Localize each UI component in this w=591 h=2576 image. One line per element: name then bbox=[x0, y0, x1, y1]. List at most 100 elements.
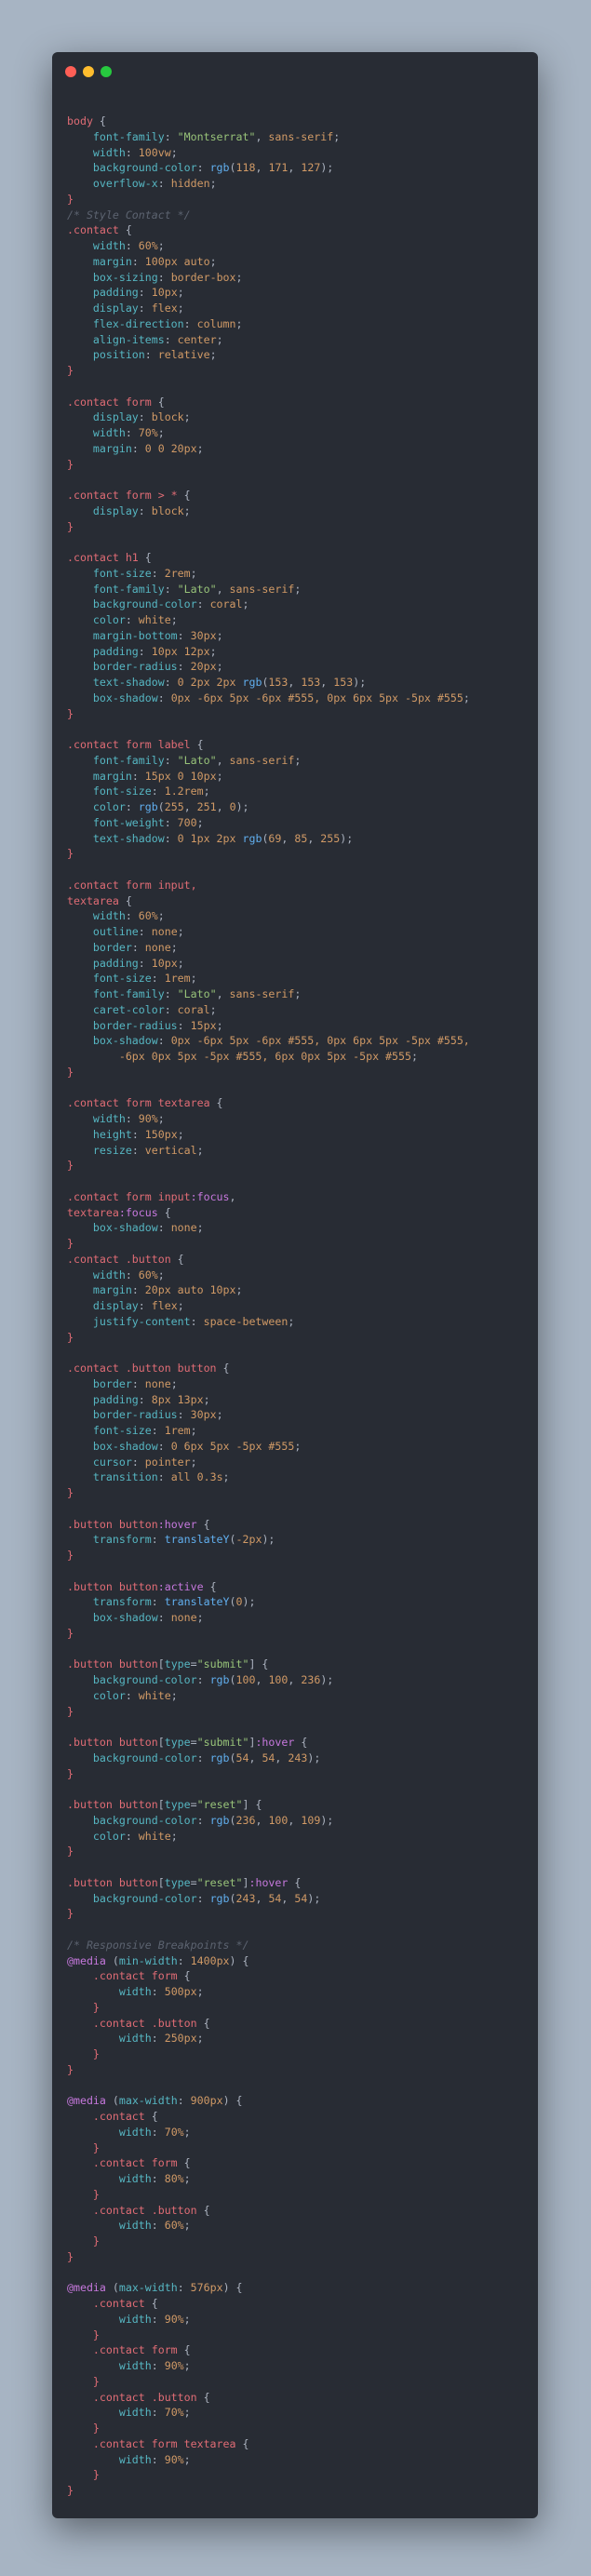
code-token: 54 bbox=[235, 1751, 249, 1764]
code-token: ; bbox=[235, 1283, 243, 1297]
code-line: align-items: center; bbox=[67, 332, 532, 348]
code-token: , bbox=[248, 1751, 262, 1764]
code-token: : bbox=[151, 1595, 165, 1609]
code-token: ); bbox=[235, 800, 249, 813]
code-token: "Lato" bbox=[177, 987, 217, 1000]
code-token: } bbox=[67, 1065, 74, 1079]
code-token: white bbox=[138, 1829, 171, 1843]
code-token: { bbox=[157, 1205, 171, 1219]
code-token: : bbox=[183, 316, 197, 330]
code-token: font-family bbox=[92, 129, 165, 143]
code-token: : bbox=[151, 2125, 165, 2139]
code-token: : bbox=[164, 676, 178, 689]
code-line: width: 60%; bbox=[67, 908, 532, 924]
code-token: .contact form textarea bbox=[67, 1096, 210, 1110]
code-line: .button button[type="submit"] { bbox=[67, 1657, 532, 1672]
code-token: { bbox=[92, 114, 106, 127]
code-token: none bbox=[144, 1376, 171, 1390]
code-token: : bbox=[138, 503, 152, 517]
code-token: width bbox=[118, 2452, 152, 2466]
code-token: ); bbox=[262, 1533, 275, 1547]
code-token: : bbox=[138, 410, 152, 424]
code-line: display: flex; bbox=[67, 1298, 532, 1314]
code-token: [ bbox=[157, 1798, 165, 1811]
code-token: :focus bbox=[118, 1205, 158, 1219]
code-line: .contact form { bbox=[67, 2342, 532, 2358]
code-token: 10px bbox=[151, 956, 178, 970]
code-line: width: 250px; bbox=[67, 2031, 532, 2046]
code-token: , bbox=[183, 800, 197, 813]
close-window-button[interactable] bbox=[65, 66, 76, 77]
maximize-window-button[interactable] bbox=[101, 66, 112, 77]
code-token: : bbox=[177, 1408, 191, 1422]
code-token: : bbox=[125, 1268, 139, 1281]
code-line: width: 80%; bbox=[67, 2171, 532, 2187]
code-token: : bbox=[151, 2032, 165, 2046]
code-token: width bbox=[118, 2406, 152, 2420]
code-token: , bbox=[281, 831, 295, 845]
code-token: ; bbox=[216, 660, 223, 674]
code-token: flex bbox=[151, 302, 178, 315]
code-line: margin: 20px auto 10px; bbox=[67, 1282, 532, 1298]
code-token: font-family bbox=[92, 582, 165, 596]
code-token: 90% bbox=[138, 1112, 158, 1125]
code-token: background-color bbox=[92, 597, 197, 611]
code-token: background-color bbox=[92, 1751, 197, 1764]
code-token: .contact form bbox=[67, 395, 152, 409]
code-token: .contact form bbox=[92, 1969, 178, 1983]
code-line: .button button[type="submit"]:hover { bbox=[67, 1735, 532, 1751]
minimize-window-button[interactable] bbox=[83, 66, 94, 77]
code-token: :active bbox=[157, 1579, 204, 1593]
code-token: ); bbox=[307, 1751, 321, 1764]
code-line: } bbox=[67, 846, 532, 862]
code-token: ; bbox=[196, 441, 204, 455]
code-line: .contact { bbox=[67, 2296, 532, 2312]
code-token: "reset" bbox=[196, 1875, 243, 1889]
code-token: : bbox=[131, 1455, 145, 1469]
code-token: 236 bbox=[301, 1673, 321, 1686]
code-token: 69 bbox=[268, 831, 282, 845]
code-token: align-items bbox=[92, 332, 165, 346]
code-token: justify-content bbox=[92, 1314, 191, 1328]
code-token: rgb bbox=[138, 800, 158, 813]
code-token: cursor bbox=[92, 1455, 132, 1469]
code-token: ; bbox=[196, 1221, 204, 1235]
code-line: } bbox=[67, 2483, 532, 2499]
code-token: : bbox=[151, 2406, 165, 2420]
code-token: translateY bbox=[164, 1595, 230, 1609]
code-token: 0px -6px 5px -6px #555, 0px 6px 5px -5px… bbox=[170, 1034, 470, 1048]
code-line: } bbox=[67, 1158, 532, 1174]
code-token: { bbox=[177, 2343, 191, 2357]
code-token: [ bbox=[157, 1657, 165, 1671]
code-token: white bbox=[138, 1688, 171, 1702]
code-token: : bbox=[177, 1953, 191, 1967]
code-token: : bbox=[151, 566, 165, 580]
code-token: -6px 0px 5px -5px #555, 6px 0px 5px -5px… bbox=[118, 1050, 411, 1063]
code-token: font-size bbox=[92, 785, 152, 798]
code-token: flex bbox=[151, 1299, 178, 1312]
code-token: block bbox=[151, 410, 184, 424]
code-line: .contact h1 { bbox=[67, 550, 532, 566]
code-token: display bbox=[92, 503, 139, 517]
code-token: 0 0 20px bbox=[144, 441, 197, 455]
code-token: none bbox=[170, 1611, 197, 1624]
code-line: font-family: "Lato", sans-serif; bbox=[67, 582, 532, 597]
code-token: { bbox=[177, 1969, 191, 1983]
code-line: border: none; bbox=[67, 940, 532, 956]
code-token: } bbox=[67, 1907, 74, 1921]
code-token: 60% bbox=[138, 909, 158, 923]
